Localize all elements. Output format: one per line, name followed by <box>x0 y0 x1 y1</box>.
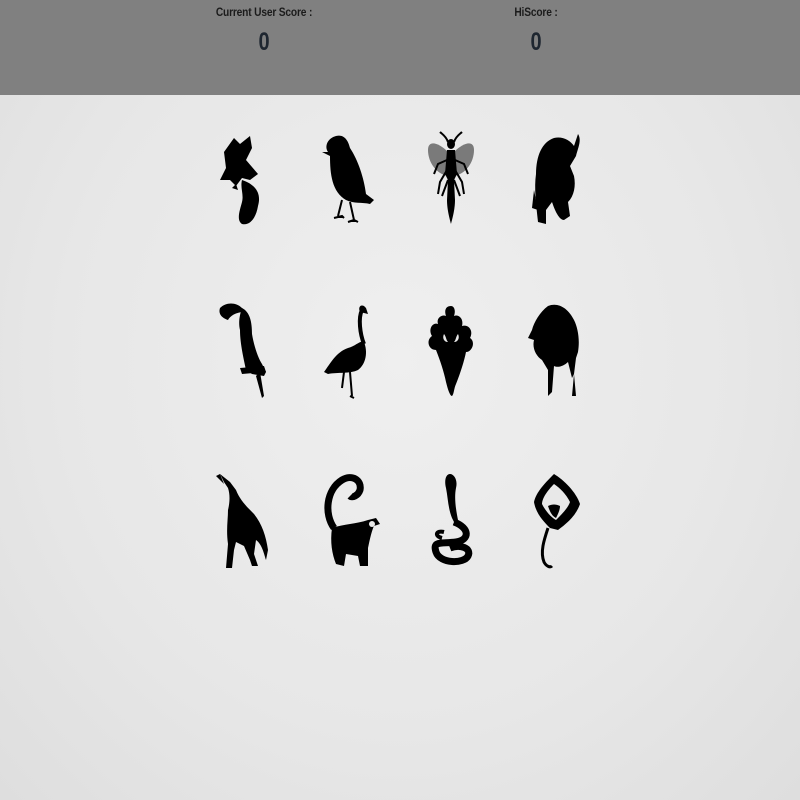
card-stingray[interactable] <box>518 470 592 570</box>
card-octopus[interactable] <box>414 300 488 400</box>
cobra-icon <box>431 474 473 565</box>
toucan-icon <box>219 303 266 398</box>
card-flying-squirrel[interactable] <box>206 130 280 230</box>
robin-icon <box>322 135 374 223</box>
wolf-icon <box>216 474 268 568</box>
card-toucan[interactable] <box>206 300 280 400</box>
insect-icon <box>428 131 474 224</box>
flying-squirrel-icon <box>220 136 260 225</box>
card-robin[interactable] <box>314 130 388 230</box>
card-badger[interactable] <box>518 130 592 230</box>
lemur-icon <box>324 474 380 566</box>
flamingo-icon <box>324 305 368 399</box>
card-camel[interactable] <box>518 300 592 400</box>
animal-card-grid <box>0 0 800 800</box>
camel-icon <box>528 304 579 396</box>
card-flamingo[interactable] <box>314 300 388 400</box>
card-insect[interactable] <box>414 130 488 230</box>
card-wolf[interactable] <box>206 470 280 570</box>
badger-icon <box>532 134 580 224</box>
stingray-icon <box>534 474 580 569</box>
card-cobra[interactable] <box>414 470 488 570</box>
card-lemur[interactable] <box>314 470 388 570</box>
octopus-icon <box>428 306 473 396</box>
